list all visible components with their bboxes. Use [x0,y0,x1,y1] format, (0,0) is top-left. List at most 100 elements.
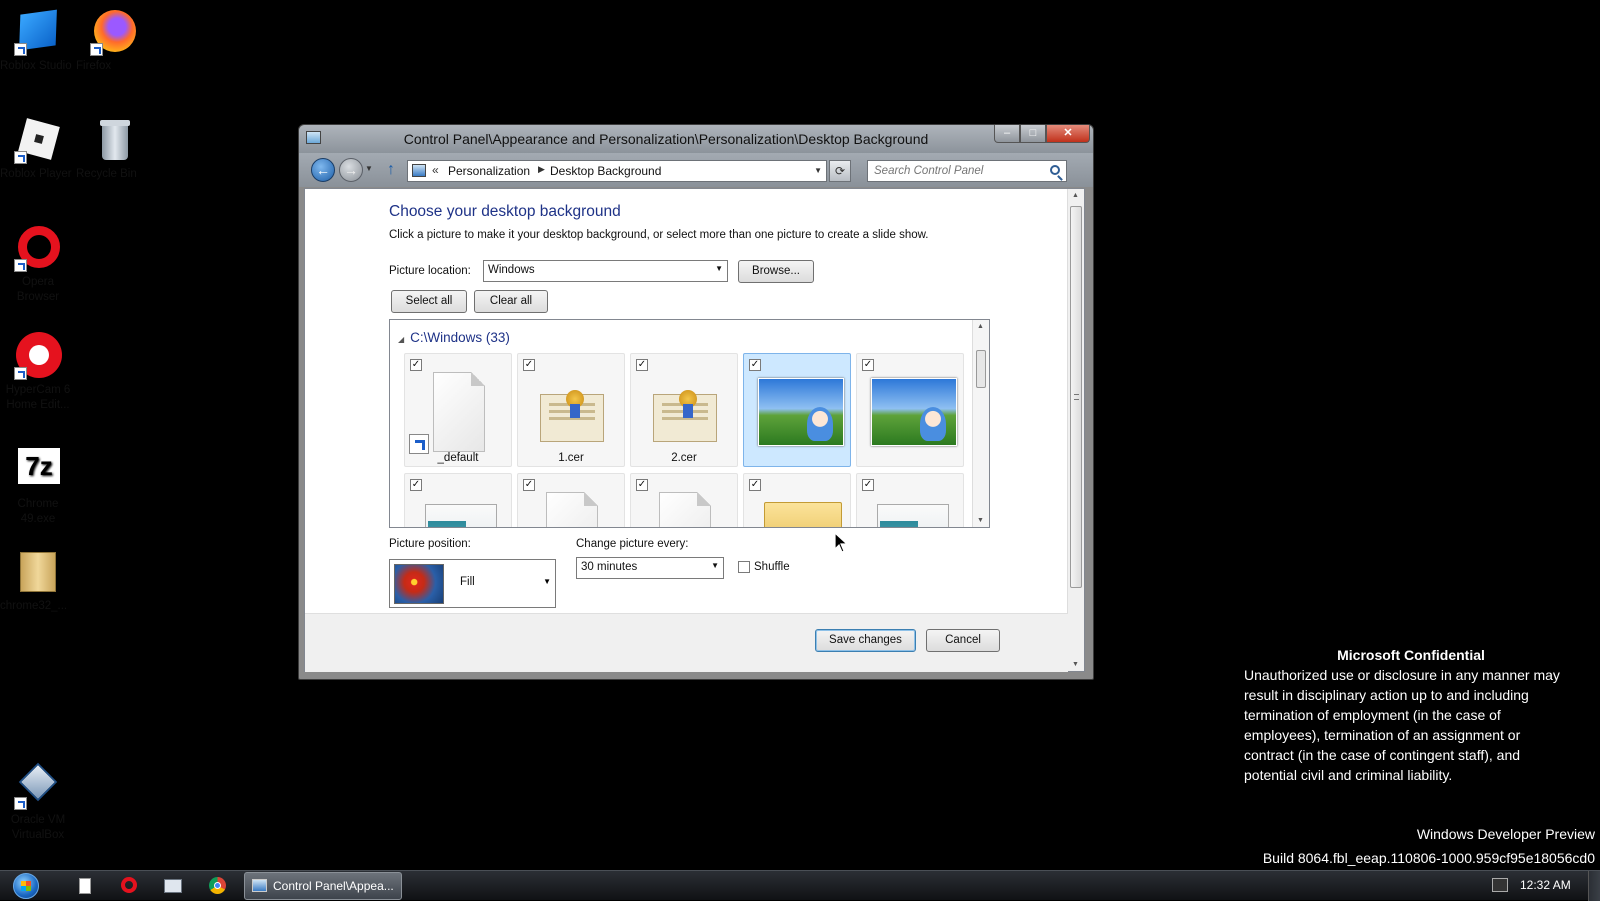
window-switcher-icon[interactable] [162,876,184,896]
7zip-icon: 7z [14,446,62,494]
title-bar[interactable]: Control Panel\Appearance and Personaliza… [299,125,1093,153]
scroll-up-icon[interactable]: ▲ [1072,192,1079,199]
desktop-icon-chrome49[interactable]: 7z Chrome 49.exe [0,446,76,525]
save-changes-button[interactable]: Save changes [815,629,916,652]
control-panel-icon [306,131,321,144]
recent-pages-dropdown-icon[interactable]: ▼ [365,164,373,173]
taskbar: Control Panel\Appea... 12:32 AM [0,870,1600,901]
clock[interactable]: 12:32 AM [1520,878,1571,892]
watermark-line: result in disciplinary action up to and … [1244,687,1529,703]
desktop-icon-chrome32-folder[interactable]: chrome32_... [0,548,76,612]
taskbar-button-control-panel[interactable]: Control Panel\Appea... [244,872,402,900]
confidential-watermark: Microsoft Confidential Unauthorized use … [1244,645,1578,785]
back-arrow-icon[interactable]: ← [311,158,335,182]
minimize-button[interactable]: – [994,125,1020,143]
desktop-icon-firefox[interactable]: Firefox [76,8,152,72]
start-button[interactable] [6,871,46,901]
roblox-studio-icon [14,8,62,56]
forward-arrow-icon[interactable]: → [339,158,363,182]
wallpaper-thumbnail [869,368,957,452]
tile-name: _default [437,452,479,464]
control-panel-icon [252,879,267,892]
scroll-down-icon[interactable]: ▼ [977,517,984,524]
search-box[interactable] [867,160,1067,182]
gallery-scrollbar[interactable]: ▲ ▼ [972,320,989,527]
shortcut-arrow-icon [409,434,429,454]
picture-tile[interactable]: ✓ [743,473,851,527]
breadcrumb-desktop-background[interactable]: Desktop Background [550,164,661,178]
content-scrollbar[interactable]: ▲ ▼ [1067,189,1084,671]
recycle-bin-icon [90,116,138,164]
picture-tile[interactable]: ✓ [630,473,738,527]
desktop-icon-virtualbox[interactable]: Oracle VM VirtualBox [0,762,76,841]
picture-tile[interactable]: ✓ [856,353,964,467]
picture-position-label: Picture position: [389,538,471,550]
chevron-down-icon: ▼ [711,561,719,570]
folder-icon [14,548,62,596]
folder-icon [756,488,842,527]
picture-position-value: Fill [460,576,475,588]
desktop-icon-hypercam[interactable]: HyperCam 6 Home Edit... [0,332,76,411]
picture-tile[interactable]: ✓ [517,473,625,527]
shuffle-checkbox[interactable]: Shuffle [738,561,790,573]
desktop-icon-roblox-studio[interactable]: Roblox Studio [0,8,76,72]
picture-position-select[interactable]: Fill ▼ [389,559,556,608]
certificate-icon [643,368,727,452]
address-overflow-chevron[interactable]: « [432,163,439,177]
desktop-icon-opera[interactable]: Opera Browser [0,224,76,303]
select-all-button[interactable]: Select all [391,290,467,313]
picture-tile[interactable]: ✓ 1.cer [517,353,625,467]
window-thumbnail [417,488,501,527]
change-interval-select[interactable]: 30 minutes ▼ [576,557,724,579]
scrollbar-thumb[interactable] [1070,206,1082,588]
scroll-down-icon[interactable]: ▼ [1072,661,1079,668]
chrome-icon[interactable] [206,876,228,896]
breadcrumb-separator-icon[interactable]: ▶ [538,164,545,175]
scroll-up-icon[interactable]: ▲ [977,323,984,330]
opera-icon[interactable] [118,876,140,896]
close-button[interactable]: ✕ [1046,125,1090,143]
up-arrow-icon[interactable]: ↑ [387,161,395,179]
wallpaper-thumbnail [756,368,844,452]
search-input[interactable] [868,161,1044,181]
action-center-icon[interactable] [1492,878,1508,892]
collapse-triangle-icon[interactable]: ◢ [398,335,404,344]
desktop-icon-roblox-player[interactable]: Roblox Player [0,116,76,180]
breadcrumb-personalization[interactable]: Personalization [448,164,530,178]
browse-button[interactable]: Browse... [738,260,814,283]
picture-tile[interactable]: ✓ [856,473,964,527]
button-footer: Save changes Cancel [305,613,1068,672]
address-dropdown-icon[interactable]: ▼ [814,166,822,175]
change-interval-value: 30 minutes [581,561,638,573]
cancel-button[interactable]: Cancel [926,629,1000,652]
picture-tile[interactable]: ✓ _default [404,353,512,467]
page-description: Click a picture to make it your desktop … [389,229,929,241]
picture-tile[interactable]: ✓ [404,473,512,527]
gallery-scrollbar-thumb[interactable] [976,350,986,388]
virtualbox-icon [14,762,62,810]
watermark-line: employees), termination of an assignment… [1244,727,1521,743]
picture-tile[interactable]: ✓ 2.cer [630,353,738,467]
edition-text: Windows Developer Preview [1416,826,1595,842]
desktop-icon-recycle-bin[interactable]: Recycle Bin [76,116,152,180]
position-preview-image [394,564,444,604]
watermark-line: Unauthorized use or disclosure in any ma… [1244,667,1560,683]
maximize-button[interactable]: □ [1020,125,1046,143]
picture-gallery: ▲ ▼ ◢ C:\Windows (33) ✓ _default ✓ 1.cer… [389,319,990,528]
picture-tile[interactable]: ✓ [743,353,851,467]
search-icon[interactable] [1050,165,1060,175]
content-pane: ▲ ▼ Choose your desktop background Click… [304,188,1085,672]
address-bar[interactable]: « Personalization ▶ Desktop Background ▼ [407,160,827,182]
file-explorer-icon[interactable] [74,876,96,896]
picture-location-select[interactable]: Windows ▼ [483,260,728,282]
checkbox-box[interactable] [738,561,750,573]
group-header[interactable]: ◢ C:\Windows (33) [398,330,510,345]
certificate-icon [530,368,614,452]
chevron-down-icon: ▼ [543,577,551,586]
picture-location-value: Windows [488,264,535,276]
opera-icon [14,224,62,272]
desktop: Roblox Studio Firefox Roblox Player Recy… [0,0,1600,870]
refresh-button[interactable]: ⟳ [829,160,851,182]
clear-all-button[interactable]: Clear all [474,290,548,313]
show-desktop-button[interactable] [1588,871,1600,901]
